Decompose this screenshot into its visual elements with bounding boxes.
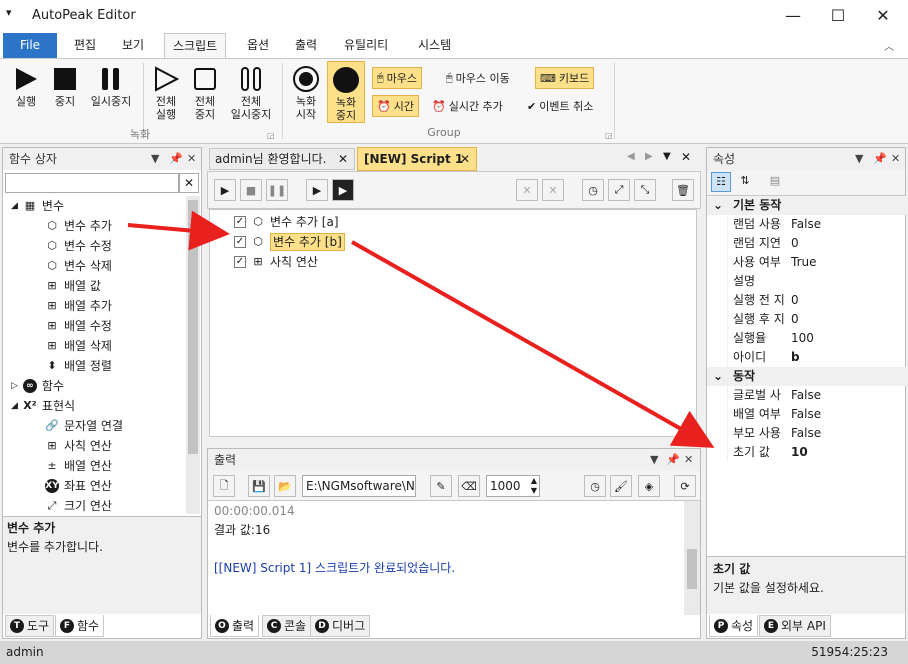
status-user: admin bbox=[6, 645, 44, 659]
annotation-arrows bbox=[127, 210, 715, 448]
arrow-to-script bbox=[127, 210, 230, 251]
status-bar: admin 51954:25:23 bbox=[0, 641, 908, 664]
status-time: 51954:25:23 bbox=[811, 645, 888, 659]
arrow-to-initial-value bbox=[351, 240, 715, 448]
